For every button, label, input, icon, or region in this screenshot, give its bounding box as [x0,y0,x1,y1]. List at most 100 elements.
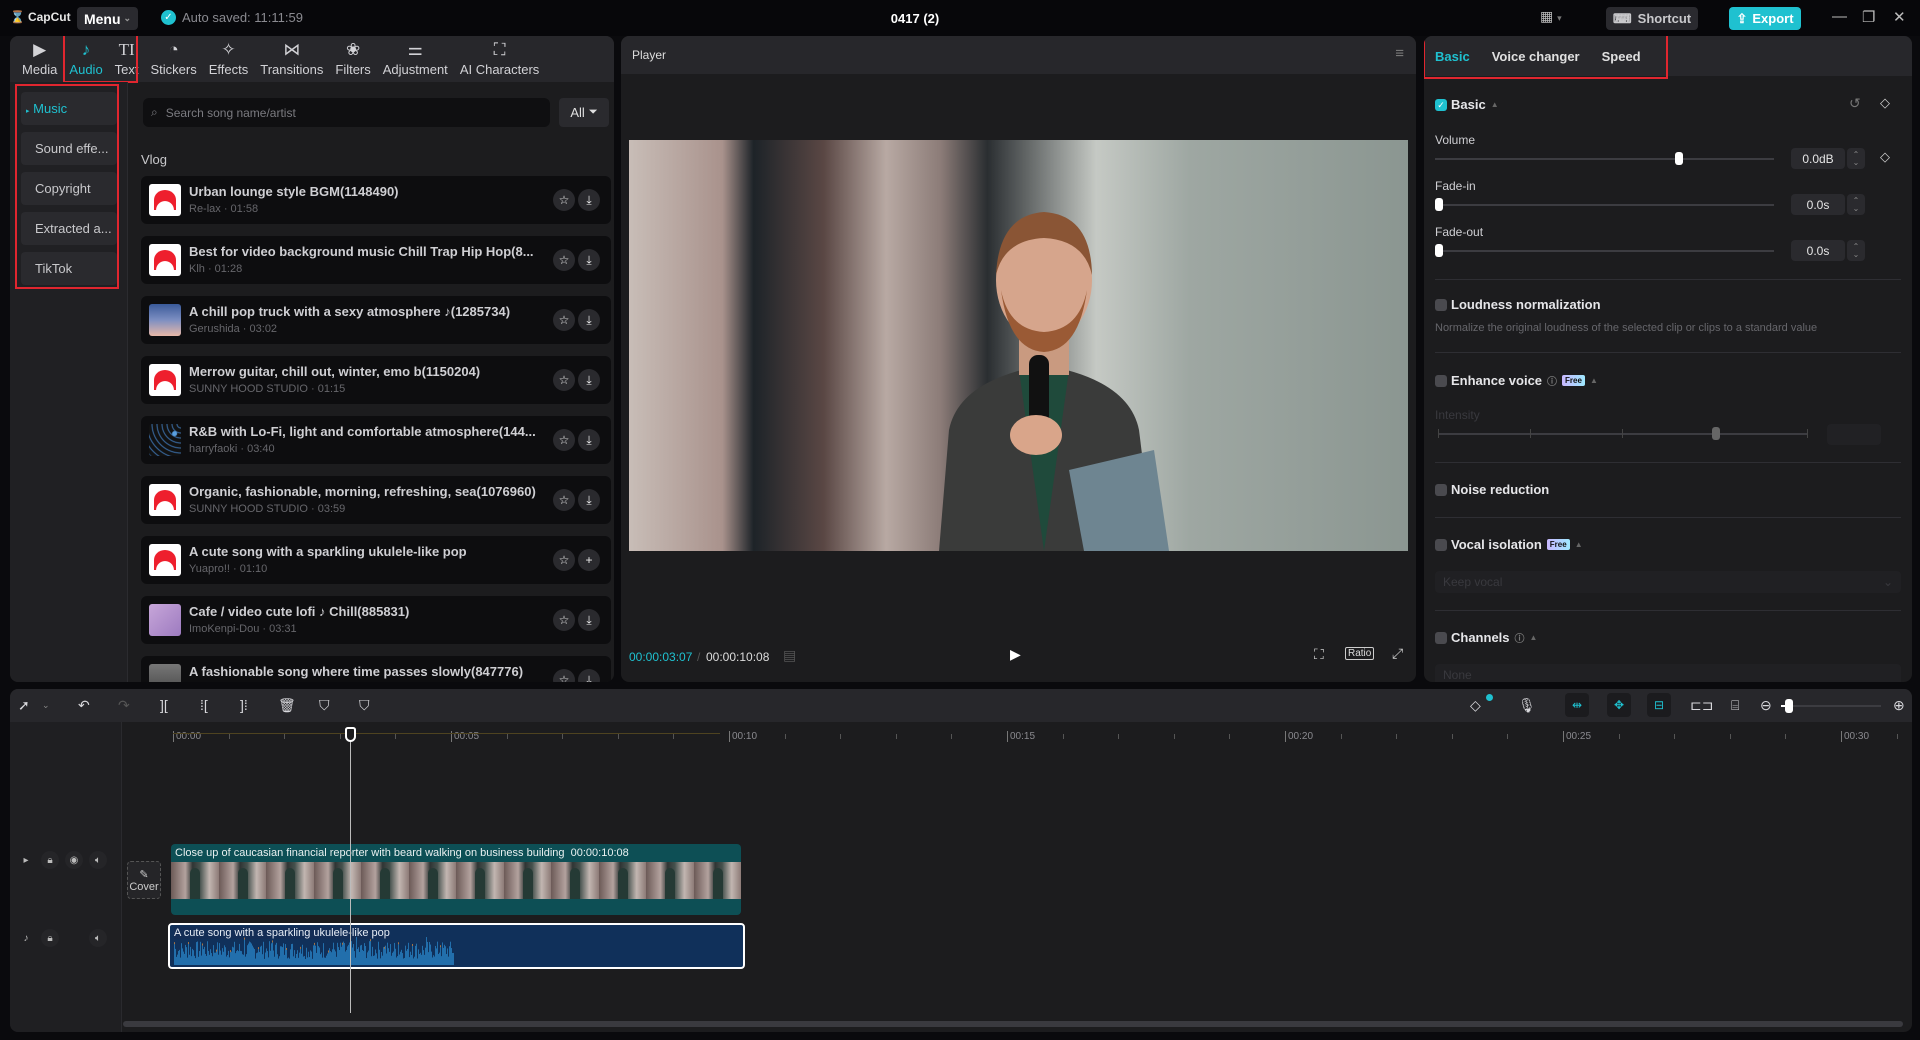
song-item[interactable]: A fashionable song where time passes slo… [141,656,611,682]
zoom-in-icon[interactable]: ⊕ [1893,697,1905,714]
favorite-button[interactable]: ☆ [553,189,575,211]
delete-icon[interactable]: 🗑︎ [278,697,296,714]
restore-button[interactable]: ❐ [1862,8,1875,26]
tab-effects[interactable]: ✧ Effects [203,36,255,82]
lock-icon[interactable]: 🔒︎ [41,851,59,869]
audio-clip[interactable]: A cute song with a sparkling ukulele-lik… [168,923,745,969]
tab-text[interactable]: TI Text [109,36,145,82]
shortcut-button[interactable]: ⌨ Shortcut [1606,7,1698,30]
undo-icon[interactable]: ↶ [78,697,90,714]
chevron-down-icon[interactable]: ⌄ [42,700,50,711]
tab-transitions[interactable]: ⋈ Transitions [254,36,329,82]
song-item[interactable]: Urban lounge style BGM(1148490) Re-lax · … [141,176,611,224]
auto-snap-button[interactable]: ✥ [1607,693,1631,717]
playhead-handle[interactable] [345,727,356,742]
fade-out-value-input[interactable]: 0.0s [1791,240,1845,261]
song-item[interactable]: R&B with Lo-Fi, light and comfortable at… [141,416,611,464]
tab-ai-characters[interactable]: ⛶ AI Characters [454,36,545,82]
eye-icon[interactable]: ◉ [65,851,83,869]
keyframe-icon[interactable]: ◇ [1880,149,1890,165]
main-track-magnet-button[interactable]: ⇹ [1565,693,1589,717]
tab-stickers[interactable]: ◔ Stickers [145,36,203,82]
filter-button[interactable]: All ⏷ [559,98,609,127]
basic-checkbox[interactable]: ✓ [1435,99,1447,111]
vocal-isolation-heading[interactable]: Vocal isolation Free ▲ [1451,537,1583,552]
fade-in-slider-knob[interactable] [1435,198,1443,211]
download-button[interactable]: ⤓ [578,249,600,271]
help-icon[interactable]: ⓘ [1547,373,1557,388]
speaker-icon[interactable]: 🔈︎ [89,851,107,869]
shield-icon[interactable]: ⛉ [359,697,370,714]
keyframe-add-icon[interactable]: ◇ [1470,697,1481,714]
tab-voice-changer[interactable]: Voice changer [1492,49,1580,64]
download-button[interactable]: ⤓ [578,429,600,451]
minimize-button[interactable]: — [1832,8,1847,25]
channels-checkbox[interactable] [1435,632,1447,644]
song-search-input[interactable]: ⌕ Search song name/artist [143,98,550,127]
channels-select[interactable]: None [1435,664,1901,682]
split-icon[interactable]: ][ [160,697,168,713]
category-music[interactable]: ▸ Music [21,92,117,125]
ratio-button[interactable]: Ratio [1345,647,1375,660]
channels-heading[interactable]: Channels ⓘ ▲ [1451,630,1537,645]
download-button[interactable]: ⤓ [578,669,600,682]
intensity-slider-knob[interactable] [1711,427,1720,440]
vocal-isolation-checkbox[interactable] [1435,539,1447,551]
zoom-fit-icon[interactable]: ⛶ [1314,646,1324,663]
basic-heading[interactable]: Basic ▲ [1451,97,1499,112]
microphone-icon[interactable]: 🎙︎ [1518,697,1536,714]
favorite-button[interactable]: ☆ [553,669,575,682]
timeline-zoom-slider[interactable] [1781,705,1881,707]
favorite-button[interactable]: ☆ [553,549,575,571]
timeline-horizontal-scrollbar[interactable] [123,1021,1903,1027]
download-button[interactable]: ⤓ [578,489,600,511]
layout-switch-button[interactable]: ▦ ▾ [1540,8,1562,25]
timeline-zoom-knob[interactable] [1785,699,1793,713]
song-item[interactable]: A chill pop truck with a sexy atmosphere… [141,296,611,344]
song-item[interactable]: A cute song with a sparkling ukulele-lik… [141,536,611,584]
timeline-ruler[interactable]: 00:00 00:05 00:10 00:15 00:20 00:25 00:30 [123,722,1912,748]
tab-audio[interactable]: ♪ Audio [63,36,108,82]
favorite-button[interactable]: ☆ [553,309,575,331]
fade-out-slider-knob[interactable] [1435,244,1443,257]
tab-adjustment[interactable]: ⚌ Adjustment [377,36,454,82]
enhance-voice-heading[interactable]: Enhance voice ⓘ Free ▲ [1451,373,1598,388]
tab-media[interactable]: ▶ Media [16,36,63,82]
cover-button[interactable]: ✎ Cover [127,861,161,899]
ruler-zoom-icon[interactable]: ⌸ [1731,697,1739,714]
favorite-button[interactable]: ☆ [553,489,575,511]
song-item[interactable]: Merrow guitar, chill out, winter, emo b(… [141,356,611,404]
lock-icon[interactable]: 🔒︎ [41,929,59,947]
favorite-button[interactable]: ☆ [553,609,575,631]
noise-reduction-checkbox[interactable] [1435,484,1447,496]
category-sound-effects[interactable]: Sound effe... [21,132,117,165]
export-button[interactable]: ⇪ Export [1729,7,1801,30]
zoom-out-icon[interactable]: ⊖ [1760,697,1772,714]
split-left-icon[interactable]: ⁞[ [200,697,208,713]
favorite-button[interactable]: ☆ [553,369,575,391]
speaker-icon[interactable]: 🔈︎ [89,929,107,947]
close-button[interactable]: ✕ [1893,8,1906,26]
fullscreen-icon[interactable]: ⤢ [1392,645,1403,662]
fade-out-slider[interactable] [1435,250,1774,252]
video-preview[interactable] [629,140,1408,551]
play-button[interactable]: ▶ [1010,646,1021,663]
fade-in-slider[interactable] [1435,204,1774,206]
ai-shield-icon[interactable]: ⛉ [319,697,330,714]
link-clips-button[interactable]: ⊟ [1647,693,1671,717]
fade-in-stepper[interactable]: ⌃ ⌄ [1847,194,1865,215]
hamburger-menu-icon[interactable]: ≡ [1395,45,1404,62]
vocal-isolation-select[interactable]: Keep vocal ⌄ [1435,571,1901,593]
favorite-button[interactable]: ☆ [553,429,575,451]
favorite-button[interactable]: ☆ [553,249,575,271]
song-item[interactable]: Cafe / video cute lofi ♪ Chill(885831) Im… [141,596,611,644]
volume-slider[interactable] [1435,158,1774,160]
download-button[interactable]: ⤓ [578,369,600,391]
song-item[interactable]: Organic, fashionable, morning, refreshin… [141,476,611,524]
help-icon[interactable]: ⓘ [1515,630,1525,645]
loudness-checkbox[interactable] [1435,299,1447,311]
category-extracted-audio[interactable]: Extracted a... [21,212,117,245]
intensity-slider[interactable] [1438,433,1808,435]
enhance-voice-checkbox[interactable] [1435,375,1447,387]
split-preview-icon[interactable]: ⊏⊐ [1690,697,1713,714]
